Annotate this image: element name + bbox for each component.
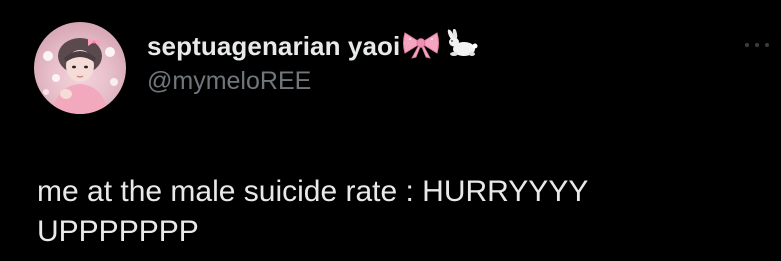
more-options-icon[interactable] [743,38,771,50]
tweet-card[interactable]: septuagenarian yaoi @mymeloREE me at the… [0,0,781,261]
tweet-header: septuagenarian yaoi @mymeloREE [147,28,478,96]
name-row: septuagenarian yaoi [147,28,478,64]
avatar[interactable] [34,22,126,114]
tweet-text-line: me at the male suicide rate : HURRYYYY [37,175,589,208]
tweet-text: me at the male suicide rate : HURRYYYY U… [37,172,757,252]
tweet-text-line: UPPPPPPP [37,215,199,248]
display-name[interactable]: septuagenarian yaoi [147,31,400,62]
rabbit-icon [442,28,478,64]
username-handle[interactable]: @mymeloREE [147,67,478,96]
avatar-image [43,38,118,114]
ribbon-icon [402,29,440,64]
